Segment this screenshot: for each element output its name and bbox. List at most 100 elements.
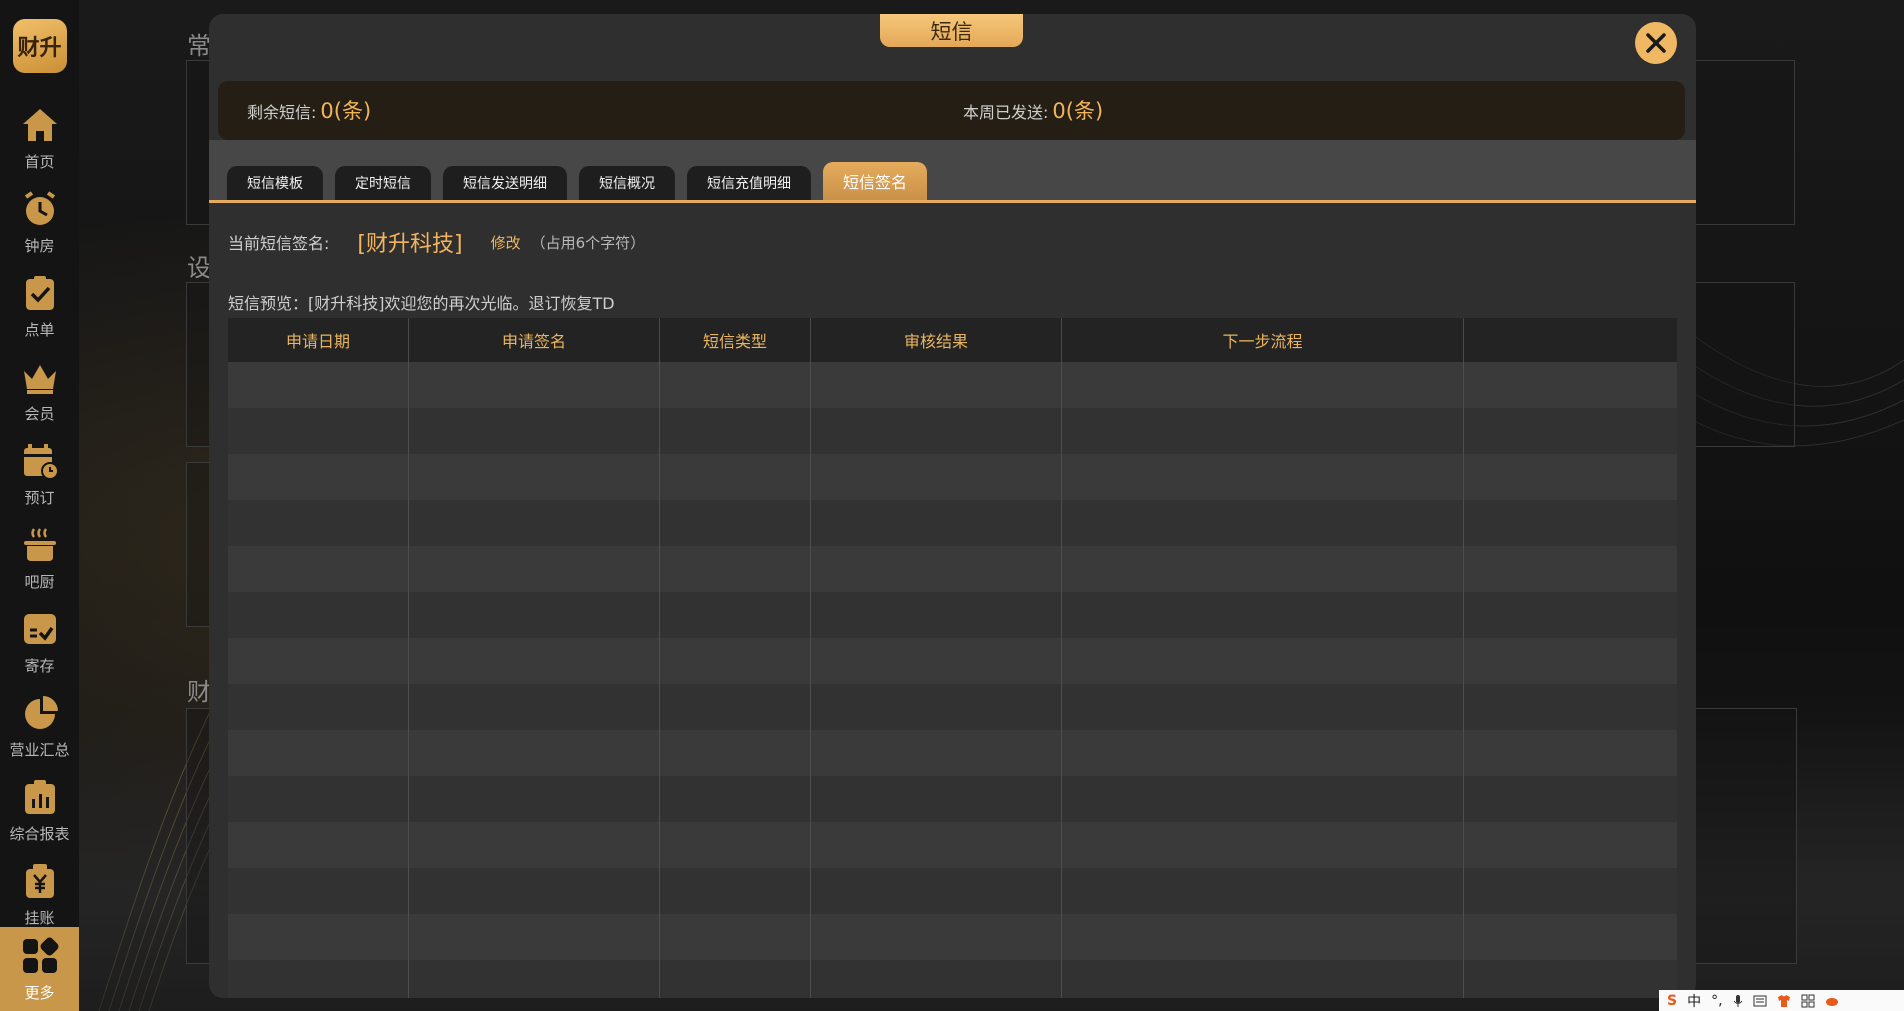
remaining-sms-value: 0(条) [320,99,372,123]
table-row [228,454,1677,500]
punctuation-indicator[interactable]: °, [1711,993,1722,1009]
signature-table: 申请日期 申请签名 短信类型 审核结果 下一步流程 [228,318,1677,998]
tab-sms-signature[interactable]: 短信签名 [823,162,928,200]
table-cell [409,362,660,408]
table-cell [228,546,409,592]
sidebar-item-label: 综合报表 [9,824,70,843]
table-cell [1464,592,1677,638]
table-cell [811,638,1062,684]
sidebar-item-home[interactable]: 首页 [0,96,79,180]
sidebar-item-label: 首页 [24,152,55,171]
table-cell [1062,638,1464,684]
clipboard-check-icon [25,275,54,310]
table-cell [228,730,409,776]
weekly-sent-value: 0(条) [1052,99,1104,123]
pie-chart-icon [24,695,58,729]
table-cell [1464,638,1677,684]
sidebar-item-label: 吧厨 [24,572,55,591]
bg-heading-1: 常 [187,32,211,60]
crown-icon [23,364,56,394]
table-cell [811,592,1062,638]
sidebar-item-clock-room[interactable]: 钟房 [0,180,79,264]
sidebar-item-more[interactable]: 更多 [0,927,79,1011]
close-button[interactable] [1635,22,1677,64]
table-cell [660,362,811,408]
table-cell [228,868,409,914]
app-logo: 财升 [12,19,67,73]
bg-heading-3: 财 [187,678,211,706]
table-cell [811,914,1062,960]
table-row [228,960,1677,998]
sidebar-item-kitchen[interactable]: 吧厨 [0,516,79,600]
ime-mode-indicator[interactable]: 中 [1687,991,1701,1011]
calendar-clock-icon [23,443,59,480]
microphone-icon[interactable] [1733,994,1743,1008]
sidebar-item-order[interactable]: 点单 [0,264,79,348]
table-cell [1062,454,1464,500]
table-cell [660,822,811,868]
table-cell [409,546,660,592]
table-row [228,730,1677,776]
tab-sms-overview[interactable]: 短信概况 [579,166,675,200]
table-row [228,684,1677,730]
table-cell [660,960,811,998]
sidebar-item-booking[interactable]: 预订 [0,432,79,516]
keyboard-icon[interactable] [1753,995,1767,1007]
bg-heading-2: 设 [187,254,211,282]
tab-recharge-details[interactable]: 短信充值明细 [687,166,811,200]
table-cell [811,776,1062,822]
home-icon [22,108,57,141]
sidebar-item-label: 挂账 [24,908,55,927]
sidebar-item-storage[interactable]: 寄存 [0,600,79,684]
table-cell [1464,914,1677,960]
sidebar-item-member[interactable]: 会员 [0,348,79,432]
table-cell [1464,408,1677,454]
table-cell [1464,822,1677,868]
table-cell [660,914,811,960]
sidebar-item-credit[interactable]: 挂账 [0,852,79,936]
sidebar-item-label: 营业汇总 [9,740,70,759]
table-cell [1464,776,1677,822]
sidebar-item-reports[interactable]: 综合报表 [0,768,79,852]
table-body [228,362,1677,998]
sidebar-item-business-summary[interactable]: 营业汇总 [0,684,79,768]
sidebar-item-label: 更多 [24,983,55,1002]
table-cell [811,730,1062,776]
table-cell [409,822,660,868]
edit-signature-link[interactable]: 修改 [491,232,521,253]
mascot-icon[interactable] [1825,995,1839,1007]
table-cell [1062,868,1464,914]
tab-bar: 短信模板 定时短信 短信发送明细 短信概况 短信充值明细 短信签名 [227,162,928,200]
table-cell [660,408,811,454]
table-cell [228,500,409,546]
table-cell [409,500,660,546]
table-cell [409,592,660,638]
table-cell [660,638,811,684]
remaining-sms-label: 剩余短信: [247,103,317,122]
table-cell [660,592,811,638]
sidebar-item-label: 预订 [24,488,55,507]
table-cell [409,730,660,776]
column-header: 下一步流程 [1062,318,1464,362]
sms-preview: 短信预览：[财升科技]欢迎您的再次光临。退订恢复TD [228,294,615,313]
tab-send-details[interactable]: 短信发送明细 [443,166,567,200]
table-row [228,776,1677,822]
weekly-sent-stat: 本周已发送: 0(条) [963,95,1103,125]
pot-icon [23,527,56,561]
table-cell [228,454,409,500]
table-cell [811,408,1062,454]
tab-scheduled-sms[interactable]: 定时短信 [335,166,431,200]
table-row [228,822,1677,868]
table-cell [811,868,1062,914]
column-header [1464,318,1677,362]
bar-report-icon [24,779,55,814]
sogou-ime-icon[interactable]: S [1667,993,1677,1009]
column-header: 短信类型 [660,318,811,362]
skin-icon[interactable] [1777,994,1791,1007]
table-cell [1062,914,1464,960]
signature-row: 当前短信签名: [财升科技] 修改 （占用6个字符） [228,226,645,258]
table-cell [1464,684,1677,730]
toolbox-icon[interactable] [1801,994,1815,1008]
tab-sms-template[interactable]: 短信模板 [227,166,323,200]
sidebar-item-label: 点单 [24,320,55,339]
